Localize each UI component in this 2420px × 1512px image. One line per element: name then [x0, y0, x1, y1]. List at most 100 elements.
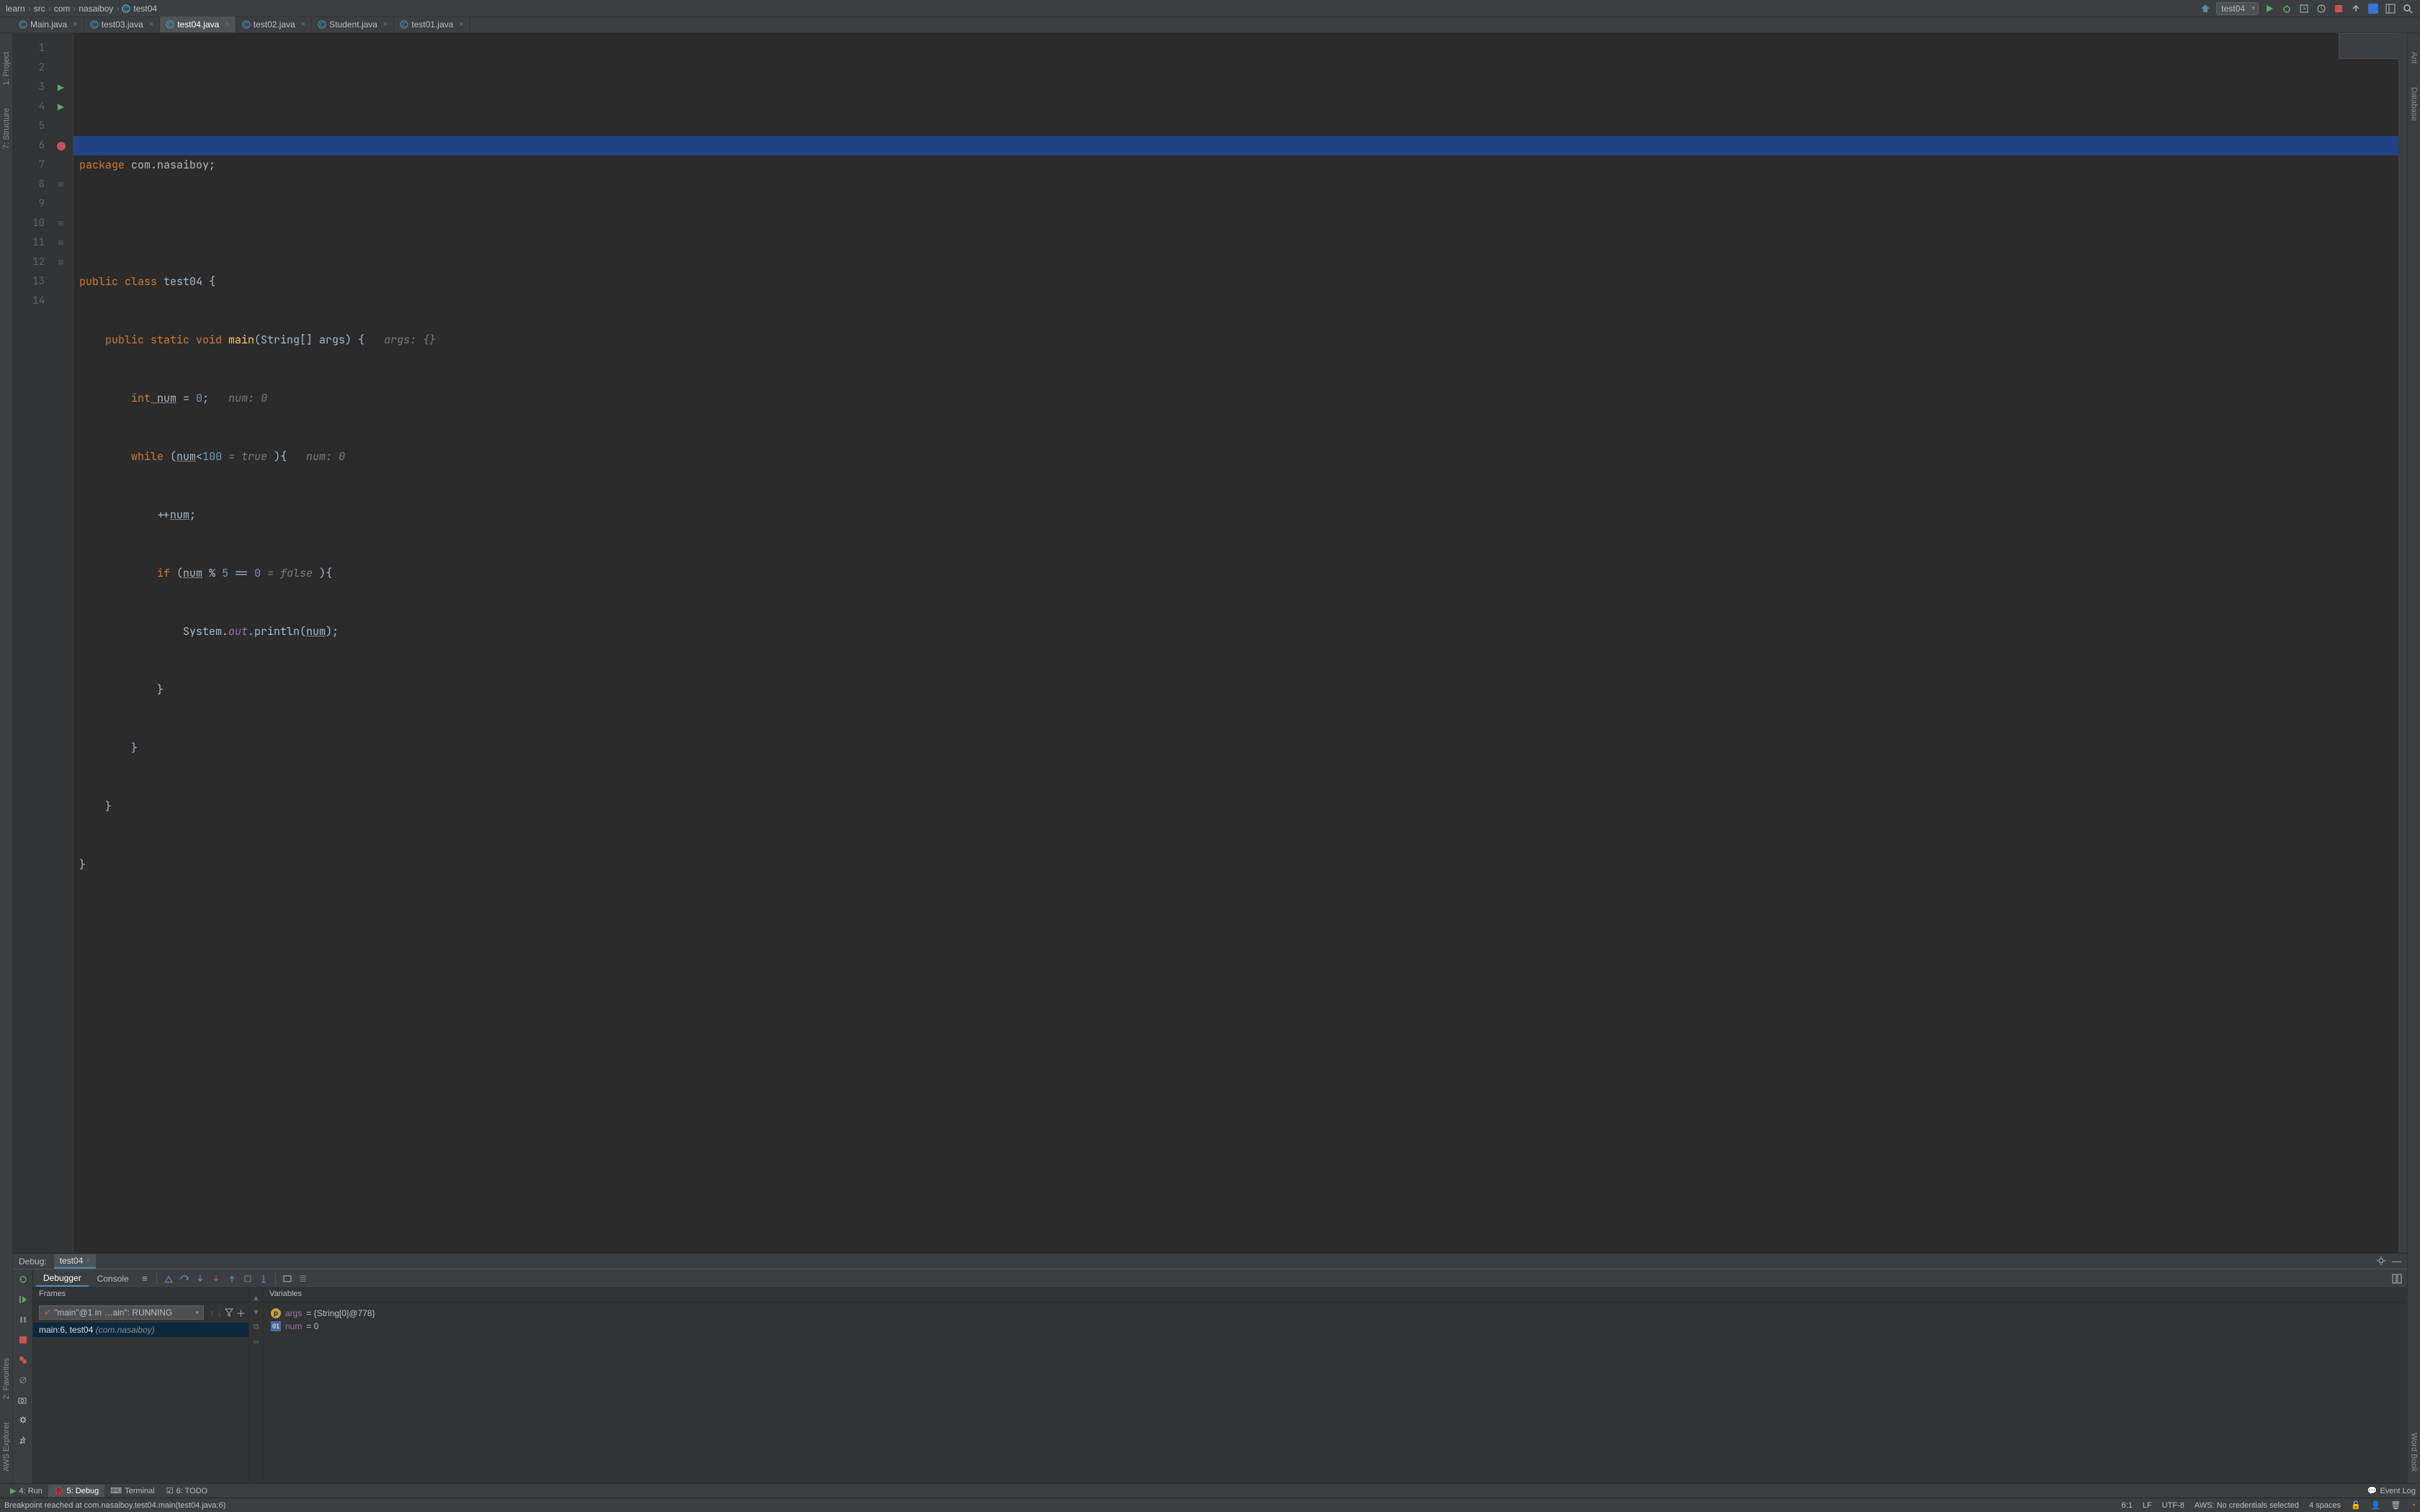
coverage-button[interactable]: [2298, 2, 2311, 15]
breadcrumb-item-src[interactable]: src: [34, 4, 45, 14]
mute-breakpoints-icon[interactable]: [16, 1373, 30, 1387]
hide-icon[interactable]: —: [2392, 1256, 2401, 1266]
pause-icon[interactable]: [16, 1313, 30, 1327]
hint-true: = true: [222, 449, 274, 464]
rail-structure[interactable]: 7: Structure: [2, 104, 11, 153]
settings-icon[interactable]: [16, 1413, 30, 1428]
filter-icon[interactable]: [225, 1308, 233, 1317]
tab-main-java[interactable]: C Main.java ×: [13, 17, 84, 32]
fold-icon[interactable]: ⊟: [49, 233, 73, 253]
close-icon[interactable]: ×: [301, 20, 305, 29]
run-class-icon[interactable]: ▶: [49, 78, 73, 97]
view-breakpoints-icon[interactable]: [16, 1353, 30, 1367]
rerun-icon[interactable]: [16, 1272, 30, 1287]
tab-test03-java[interactable]: C test03.java ×: [84, 17, 160, 32]
bottom-tab-todo[interactable]: ☑ 6: TODO: [161, 1485, 213, 1497]
status-encoding[interactable]: UTF-8: [2162, 1501, 2184, 1510]
resume-icon[interactable]: [16, 1292, 30, 1307]
bottom-tab-terminal[interactable]: ⌨ Terminal: [104, 1485, 160, 1497]
show-execution-point-icon[interactable]: [161, 1272, 176, 1286]
close-icon[interactable]: ×: [149, 20, 153, 29]
stop-icon[interactable]: [16, 1333, 30, 1347]
threads-icon[interactable]: ≡: [138, 1272, 152, 1286]
code-editor[interactable]: 1 2 3 4 5 6 7 8 9 10 11 12 13 14 ▶ ▶: [13, 33, 2407, 1253]
status-caret-pos[interactable]: 6:1: [2122, 1501, 2133, 1510]
thread-select[interactable]: ✔ "main"@1 in …ain": RUNNING: [39, 1305, 204, 1320]
bottom-tab-debug[interactable]: 🐞 5: Debug: [48, 1485, 104, 1497]
close-icon[interactable]: ×: [459, 20, 463, 29]
lock-icon[interactable]: 🔓: [2351, 1500, 2361, 1510]
debug-button[interactable]: [2280, 2, 2293, 15]
step-out-icon[interactable]: [225, 1272, 239, 1286]
debug-session-tab[interactable]: test04 ×: [54, 1254, 97, 1269]
build-icon[interactable]: [2199, 2, 2212, 15]
search-icon[interactable]: [2401, 2, 2414, 15]
rail-favorites[interactable]: 2: Favorites: [2, 1354, 11, 1403]
tab-test04-java[interactable]: C test04.java ×: [160, 17, 236, 32]
method-args: (String[] args) {: [254, 333, 384, 347]
chevron-right-icon: ›: [116, 4, 119, 14]
breadcrumb-item-nasaiboy[interactable]: nasaiboy: [79, 4, 113, 14]
status-aws[interactable]: AWS: No credentials selected: [2195, 1501, 2299, 1510]
frame-row[interactable]: main:6, test04 (com.nasaiboy): [33, 1323, 248, 1337]
rail-ant[interactable]: Ant: [2410, 48, 2419, 68]
run-button[interactable]: [2263, 2, 2276, 15]
copy-icon[interactable]: ⧉: [254, 1323, 259, 1332]
fold-icon[interactable]: ⊟: [49, 175, 73, 194]
rail-aws-explorer[interactable]: AWS Explorer: [2, 1418, 11, 1476]
fold-icon[interactable]: ⊟: [49, 214, 73, 233]
git-update-icon[interactable]: [2349, 2, 2362, 15]
rail-project[interactable]: 1: Project: [2, 48, 11, 89]
fold-icon[interactable]: ⊟: [49, 253, 73, 272]
run-to-cursor-icon[interactable]: [256, 1272, 271, 1286]
evaluate-expression-icon[interactable]: [280, 1272, 295, 1286]
inspect-icon[interactable]: 👤: [2371, 1500, 2381, 1510]
step-into-icon[interactable]: [193, 1272, 207, 1286]
trace-icon[interactable]: ≣: [296, 1272, 310, 1286]
pin-icon[interactable]: [16, 1434, 30, 1448]
layout-icon[interactable]: [2390, 1272, 2404, 1286]
run-method-icon[interactable]: ▶: [49, 97, 73, 117]
tab-test01-java[interactable]: C test01.java ×: [394, 17, 470, 32]
breadcrumb-item-root[interactable]: learn: [6, 4, 25, 14]
variable-row[interactable]: p args = {String[0]@778}: [271, 1307, 2400, 1320]
layout-icon[interactable]: [2384, 2, 2397, 15]
down-icon[interactable]: ▼: [252, 1308, 260, 1317]
pkg-name: com.nasaiboy;: [125, 158, 215, 172]
breadcrumb-item-com[interactable]: com: [54, 4, 71, 14]
status-indent[interactable]: 4 spaces: [2309, 1501, 2341, 1510]
breakpoint-icon[interactable]: [49, 136, 73, 156]
stop-button[interactable]: [2332, 2, 2345, 15]
minimap[interactable]: [2339, 33, 2407, 59]
rail-word-book[interactable]: Word Book: [2410, 1428, 2419, 1476]
tab-student-java[interactable]: C Student.java ×: [312, 17, 394, 32]
code-body[interactable]: ✓ package com.nasaiboy; public class tes…: [73, 33, 2407, 1253]
bottom-toolwindow-bar: ▶ 4: Run 🐞 5: Debug ⌨ Terminal ☑ 6: TODO…: [0, 1483, 2420, 1498]
breadcrumb-item-test04[interactable]: test04: [133, 4, 157, 14]
run-config-select[interactable]: test04: [2216, 2, 2259, 15]
subtab-console[interactable]: Console: [90, 1272, 136, 1286]
status-line-sep[interactable]: LF: [2143, 1501, 2152, 1510]
close-icon[interactable]: ×: [86, 1256, 90, 1264]
drop-frame-icon[interactable]: [241, 1272, 255, 1286]
translate-icon[interactable]: [2367, 2, 2380, 15]
variable-row[interactable]: 01 num = 0: [271, 1320, 2400, 1333]
close-icon[interactable]: ×: [383, 20, 387, 29]
notification-icon[interactable]: ◔: [2411, 1501, 2416, 1510]
close-icon[interactable]: ×: [73, 20, 77, 29]
bottom-tab-run[interactable]: ▶ 4: Run: [4, 1485, 48, 1497]
rail-database[interactable]: Database: [2410, 83, 2419, 125]
profile-button[interactable]: [2315, 2, 2328, 15]
gear-icon[interactable]: [2376, 1256, 2386, 1266]
trash-icon[interactable]: 🗑: [2390, 1500, 2401, 1510]
infinity-icon[interactable]: ∞: [254, 1338, 259, 1346]
bottom-tab-event-log[interactable]: 💬 Event Log: [2367, 1486, 2416, 1495]
subtab-debugger[interactable]: Debugger: [36, 1271, 89, 1287]
up-icon[interactable]: ▲: [252, 1294, 260, 1302]
camera-icon[interactable]: [16, 1393, 30, 1408]
add-icon[interactable]: ＋: [236, 1306, 246, 1320]
tab-test02-java[interactable]: C test02.java ×: [236, 17, 312, 32]
close-icon[interactable]: ×: [225, 20, 229, 29]
force-step-into-icon[interactable]: [209, 1272, 223, 1286]
step-over-icon[interactable]: [177, 1272, 192, 1286]
